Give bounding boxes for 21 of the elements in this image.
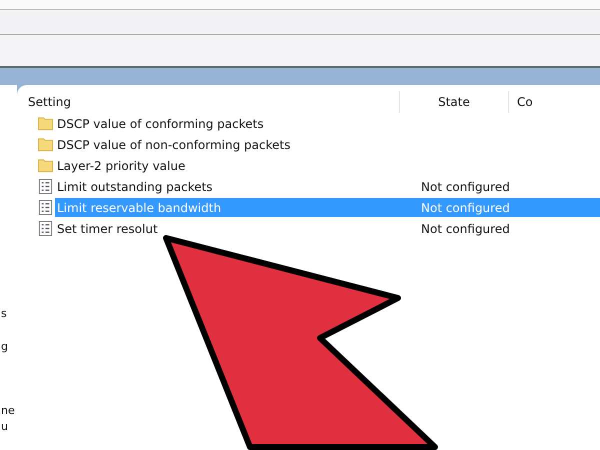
- setting-name: Limit reservable bandwidth: [57, 200, 222, 214]
- truncated-label: ne: [1, 404, 15, 418]
- list-row[interactable]: Set timer resolut Not configured: [55, 219, 600, 238]
- setting-name: Set timer resolut: [57, 222, 159, 236]
- list-row[interactable]: DSCP value of conforming packets: [55, 114, 600, 133]
- setting-name: DSCP value of conforming packets: [57, 116, 265, 130]
- setting-name: DSCP value of non-conforming packets: [57, 138, 292, 152]
- setting-name: Layer-2 priority value: [57, 158, 186, 172]
- column-header[interactable]: Co: [509, 91, 600, 113]
- list-row[interactable]: DSCP value of non-conforming packets: [55, 135, 600, 154]
- state-value: Not configured: [421, 222, 510, 236]
- truncated-label: g: [1, 340, 8, 354]
- truncated-label: s: [1, 307, 7, 321]
- state-value: Not configured: [421, 180, 510, 194]
- list-row[interactable]: Layer-2 priority value: [55, 156, 600, 175]
- column-header[interactable]: State: [400, 91, 509, 113]
- truncated-label: u: [1, 420, 8, 434]
- list-row[interactable]: Limit outstanding packets Not configured: [55, 177, 600, 196]
- column-header[interactable]: Setting: [26, 91, 400, 113]
- state-value: Not configured: [421, 200, 510, 214]
- setting-name: Limit outstanding packets: [57, 180, 214, 194]
